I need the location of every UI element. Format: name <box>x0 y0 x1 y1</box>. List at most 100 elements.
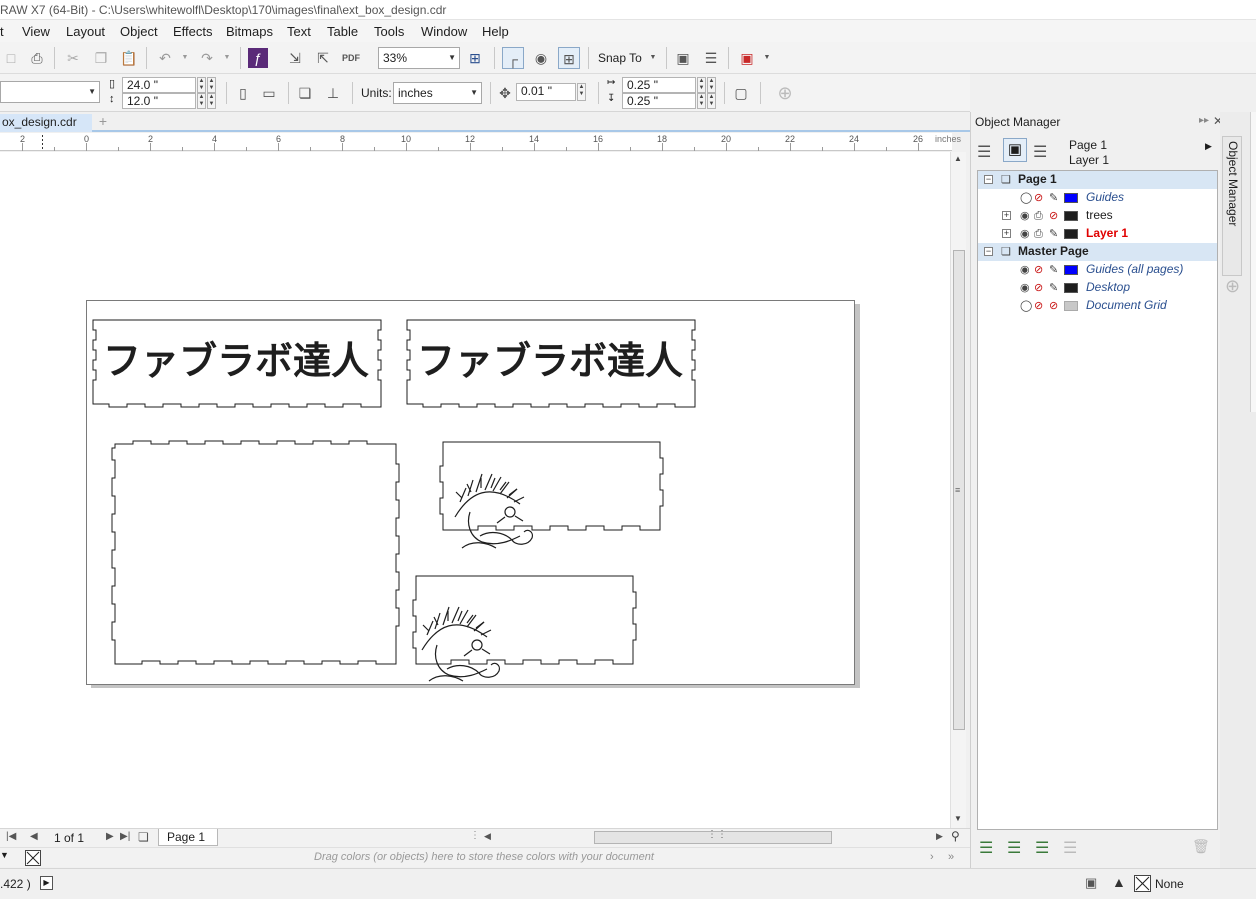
document-tab[interactable]: ox_design.cdr <box>0 114 92 132</box>
print-icon[interactable]: ⎙ <box>26 47 48 69</box>
new-master-layer-all-icon[interactable]: ☰ <box>1035 838 1049 858</box>
width-spin-icon[interactable]: ▲ ▼ <box>197 77 206 93</box>
menu-view[interactable]: View <box>22 24 50 39</box>
tree-row-guides-all-pages[interactable]: ◉ ⊘ ✎ Guides (all pages) <box>978 261 1217 279</box>
menu-window[interactable]: Window <box>421 24 467 39</box>
zoom-to-fit-icon[interactable]: ⊞ <box>464 47 486 69</box>
collapse-icon[interactable]: − <box>984 247 993 256</box>
object-properties-icon[interactable]: ☰ <box>977 142 991 162</box>
no-color-swatch[interactable] <box>25 850 41 866</box>
edit-pencil-icon[interactable]: ✎ <box>1049 262 1058 278</box>
import-icon[interactable]: ⇲ <box>284 47 306 69</box>
paste-icon[interactable]: 📋 <box>118 47 140 69</box>
copy-icon[interactable]: ❐ <box>90 47 112 69</box>
menu-file[interactable]: t <box>0 24 4 39</box>
publish-pdf-icon[interactable]: PDF <box>340 47 362 69</box>
nudge-spin-icon[interactable]: ▲ ▼ <box>577 83 586 101</box>
first-page-icon[interactable]: |◀ <box>6 831 16 842</box>
status-expand-icon[interactable]: ▶ <box>40 876 53 890</box>
last-page-icon[interactable]: ▶| <box>120 831 130 842</box>
layer-color-swatch[interactable] <box>1064 265 1078 275</box>
scroll-up-icon[interactable]: ▲ <box>954 154 962 163</box>
edit-disabled-icon[interactable]: ⊘ <box>1049 208 1058 224</box>
dup-y-spin2-icon[interactable]: ▲ ▼ <box>707 93 716 109</box>
print-disabled-icon[interactable]: ⊘ <box>1034 298 1043 314</box>
tree-row-trees[interactable]: + ◉ ⎙ ⊘ trees <box>978 207 1217 225</box>
visibility-eye-icon[interactable]: ◉ <box>1020 226 1030 242</box>
expand-icon[interactable]: + <box>1002 229 1011 238</box>
object-tree[interactable]: − ❏ Page 1 ◯ ⊘ ✎ Guides + ◉ ⎙ ⊘ trees + … <box>977 170 1218 830</box>
fill-swatch[interactable] <box>1134 875 1151 892</box>
printer-icon[interactable]: ⎙ <box>1034 208 1043 224</box>
new-layer-icon[interactable]: ☰ <box>979 838 993 858</box>
palette-expand-icon[interactable]: » <box>948 851 954 863</box>
layer-manager-view-icon[interactable]: ▶ <box>1205 141 1212 152</box>
print-disabled-icon[interactable]: ⊘ <box>1034 190 1043 206</box>
layer-color-swatch[interactable] <box>1064 211 1078 221</box>
document-palette[interactable]: ▼ Drag colors (or objects) here to store… <box>0 847 970 867</box>
dup-y-spin-icon[interactable]: ▲ ▼ <box>697 93 706 109</box>
redo-icon[interactable]: ↷ <box>196 47 218 69</box>
layer-color-swatch[interactable] <box>1064 229 1078 239</box>
tree-row-page-1[interactable]: − ❏ Page 1 <box>978 171 1217 189</box>
docker-collapse-icon[interactable]: ▸▸ <box>1199 115 1209 126</box>
page-height-field[interactable]: 12.0 " <box>122 93 196 109</box>
layer-color-swatch[interactable] <box>1064 193 1078 203</box>
visibility-eye-icon[interactable]: ◉ <box>1020 280 1030 296</box>
portrait-icon[interactable]: ▯ <box>232 82 254 104</box>
horizontal-scroll-thumb[interactable]: ⋮⋮ <box>594 829 832 844</box>
zoom-level-combo[interactable]: 33% ▼ <box>378 47 460 69</box>
search-content-icon[interactable]: ƒ <box>248 48 268 68</box>
color-proofing-icon[interactable]: ▣ <box>1085 875 1097 891</box>
edit-disabled-icon[interactable]: ⊘ <box>1049 298 1058 314</box>
print-disabled-icon[interactable]: ⊘ <box>1034 262 1043 278</box>
add-docker-icon[interactable]: ⊕ <box>1225 276 1240 297</box>
edit-pencil-icon[interactable]: ✎ <box>1049 190 1058 206</box>
menu-object[interactable]: Object <box>120 24 158 39</box>
current-page-icon[interactable]: ⊥ <box>322 82 344 104</box>
previous-page-icon[interactable]: ◀ <box>30 831 38 842</box>
delete-icon[interactable]: 🗑 <box>1192 838 1210 855</box>
printer-icon[interactable]: ⎙ <box>1034 226 1043 242</box>
menu-tools[interactable]: Tools <box>374 24 404 39</box>
palette-menu-icon[interactable]: ▼ <box>0 850 9 860</box>
show-object-properties-icon[interactable]: ▣ <box>1003 138 1027 162</box>
next-page-icon[interactable]: ▶ <box>106 831 114 842</box>
snap-to-dropdown-icon[interactable]: ▼ <box>642 47 664 69</box>
visibility-eye-icon[interactable]: ◉ <box>1020 208 1030 224</box>
view-mode-icon[interactable]: ◉ <box>530 47 552 69</box>
dup-x-spin-icon[interactable]: ▲ ▼ <box>697 77 706 93</box>
menu-layout[interactable]: Layout <box>66 24 105 39</box>
page-size-combo[interactable]: ▼ <box>0 81 100 103</box>
visibility-eye-icon[interactable]: ◉ <box>1020 262 1030 278</box>
collapse-icon[interactable]: − <box>984 175 993 184</box>
new-tab-icon[interactable]: + <box>96 114 110 130</box>
height-lock-icon[interactable]: ▲ ▼ <box>207 93 216 109</box>
duplicate-distance-x-field[interactable]: 0.25 " <box>622 77 696 93</box>
visibility-off-icon[interactable]: ◯ <box>1020 190 1032 206</box>
tree-row-guides[interactable]: ◯ ⊘ ✎ Guides <box>978 189 1217 207</box>
save-icon[interactable]: □ <box>0 47 22 69</box>
tree-row-document-grid[interactable]: ◯ ⊘ ⊘ Document Grid <box>978 297 1217 315</box>
drawing-canvas[interactable]: ファブラボ達人 ファブラボ達人 <box>0 152 950 828</box>
new-master-layer-icon[interactable]: ☰ <box>1007 838 1021 858</box>
print-disabled-icon[interactable]: ⊘ <box>1034 280 1043 296</box>
treat-as-filled-icon[interactable]: ▢ <box>730 82 752 104</box>
options-icon[interactable]: ▣ <box>672 47 694 69</box>
dup-x-spin2-icon[interactable]: ▲ ▼ <box>707 77 716 93</box>
snap-to-button[interactable]: Snap To <box>598 51 642 65</box>
palette-scroll-icon[interactable]: › <box>930 851 934 863</box>
vertical-scrollbar[interactable]: ▲ ≡ ▼ <box>950 152 966 828</box>
edit-pencil-icon[interactable]: ✎ <box>1049 226 1058 242</box>
menu-help[interactable]: Help <box>482 24 509 39</box>
object-manager-side-tab[interactable]: Object Manager <box>1222 136 1242 276</box>
cut-icon[interactable]: ✂ <box>62 47 84 69</box>
new-master-layer-odd-icon[interactable]: ☰ <box>1063 838 1077 858</box>
edit-pencil-icon[interactable]: ✎ <box>1049 280 1058 296</box>
vertical-scroll-thumb[interactable]: ≡ <box>953 250 965 730</box>
all-pages-icon[interactable]: ❏ <box>294 82 316 104</box>
menu-table[interactable]: Table <box>327 24 358 39</box>
snap-guides-icon[interactable]: ⊞ <box>558 47 580 69</box>
application-launcher-icon[interactable]: ☰ <box>700 47 722 69</box>
horizontal-ruler[interactable]: 2 0 2 4 6 8 10 12 14 16 18 20 22 24 26 i… <box>0 133 961 151</box>
